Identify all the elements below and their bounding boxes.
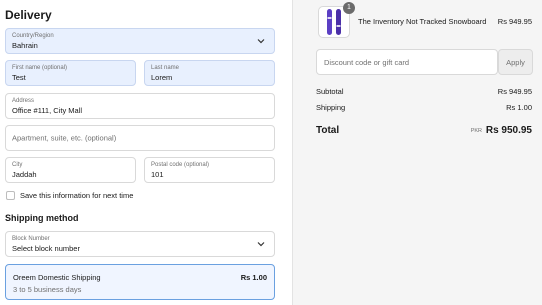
shipping-method-heading: Shipping method bbox=[5, 213, 79, 223]
product-name: The Inventory Not Tracked Snowboard bbox=[358, 17, 487, 26]
shipping-option-days: 3 to 5 business days bbox=[13, 285, 82, 294]
country-select[interactable]: Country/Region Bahrain bbox=[5, 28, 275, 54]
address-field[interactable]: Address Office #111, City Mall bbox=[5, 93, 275, 119]
city-field[interactable]: City Jaddah bbox=[5, 157, 136, 183]
last-name-label: Last name bbox=[151, 65, 180, 71]
postal-code-label: Postal code (optional) bbox=[151, 162, 210, 168]
apartment-placeholder: Apartment, suite, etc. (optional) bbox=[12, 133, 117, 143]
postal-code-value: 101 bbox=[151, 170, 164, 179]
shipping-option-name: Oreem Domestic Shipping bbox=[13, 273, 101, 282]
postal-code-field[interactable]: Postal code (optional) 101 bbox=[144, 157, 275, 183]
country-value: Bahrain bbox=[12, 41, 38, 50]
apply-button[interactable]: Apply bbox=[498, 49, 533, 75]
first-name-field[interactable]: First name (optional) Test bbox=[5, 60, 136, 86]
block-number-value: Select block number bbox=[12, 244, 80, 253]
last-name-field[interactable]: Last name Lorem bbox=[144, 60, 275, 86]
currency-code: PKR bbox=[470, 128, 482, 134]
save-info-checkbox[interactable] bbox=[6, 191, 15, 200]
product-price: Rs 949.95 bbox=[497, 17, 532, 26]
checkout-form: Delivery Country/Region Bahrain First na… bbox=[0, 0, 292, 305]
total-label: Total bbox=[316, 125, 340, 136]
delivery-heading: Delivery bbox=[5, 8, 52, 22]
apartment-field[interactable]: Apartment, suite, etc. (optional) bbox=[5, 125, 275, 151]
city-value: Jaddah bbox=[12, 170, 37, 179]
block-number-select[interactable]: Block Number Select block number bbox=[5, 231, 275, 257]
chevron-down-icon bbox=[257, 242, 265, 247]
discount-placeholder: Discount code or gift card bbox=[324, 58, 410, 67]
subtotal-value: Rs 949.95 bbox=[497, 87, 532, 96]
country-label: Country/Region bbox=[12, 33, 54, 39]
shipping-option-price: Rs 1.00 bbox=[240, 273, 267, 282]
chevron-down-icon bbox=[257, 39, 265, 44]
subtotal-label: Subtotal bbox=[316, 87, 344, 96]
total-value: Rs 950.95 bbox=[485, 125, 532, 136]
save-info-label: Save this information for next time bbox=[20, 191, 134, 200]
first-name-label: First name (optional) bbox=[12, 65, 68, 71]
discount-code-input[interactable]: Discount code or gift card bbox=[316, 49, 498, 75]
block-number-label: Block Number bbox=[12, 236, 50, 242]
quantity-badge: 1 bbox=[343, 2, 355, 14]
shipping-value: Rs 1.00 bbox=[506, 103, 532, 112]
first-name-value: Test bbox=[12, 73, 26, 82]
address-value: Office #111, City Mall bbox=[12, 106, 83, 115]
last-name-value: Lorem bbox=[151, 73, 173, 82]
shipping-option[interactable]: Oreem Domestic Shipping 3 to 5 business … bbox=[5, 264, 275, 300]
order-summary: 1 The Inventory Not Tracked Snowboard Rs… bbox=[292, 0, 542, 305]
city-label: City bbox=[12, 162, 23, 168]
address-label: Address bbox=[12, 98, 35, 104]
shipping-label: Shipping bbox=[316, 103, 346, 112]
